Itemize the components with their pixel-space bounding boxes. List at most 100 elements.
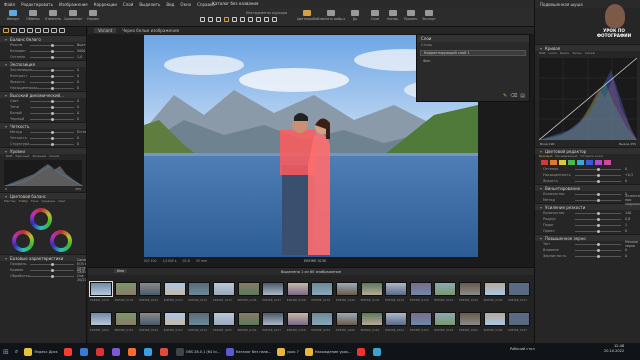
filmstrip-thumbnail[interactable] <box>311 312 334 326</box>
color-swatch[interactable] <box>550 160 557 165</box>
slider[interactable] <box>30 50 74 53</box>
before-button[interactable]: До <box>346 10 364 25</box>
filmstrip-thumbnail[interactable] <box>409 282 432 296</box>
filmstrip-thumbnail[interactable] <box>90 312 112 326</box>
control-value[interactable]: 0 <box>77 117 79 121</box>
taskbar-app[interactable]: Нахождение урок... <box>302 343 354 360</box>
control-value[interactable]: Эллиптическое при кадрировании <box>625 194 640 206</box>
control-value[interactable]: 5000 <box>77 49 85 53</box>
levels-tab[interactable]: Синий <box>49 154 59 159</box>
cursor-tool-icon[interactable] <box>200 17 205 22</box>
cursor-tool-icon[interactable] <box>208 17 213 22</box>
slider-knob[interactable] <box>51 44 54 47</box>
slider-knob[interactable] <box>597 243 600 246</box>
slider-knob[interactable] <box>597 168 600 171</box>
manage-button[interactable]: Управл <box>84 10 102 25</box>
variant-tab[interactable]: Variant <box>94 28 117 33</box>
proof-button[interactable]: Цветопроба <box>297 10 317 25</box>
color-swatch[interactable] <box>577 160 584 165</box>
color-swatch[interactable] <box>541 160 548 165</box>
filmstrip-thumbnail[interactable] <box>286 312 309 326</box>
slider-knob[interactable] <box>51 137 54 140</box>
undo-button[interactable]: Отменить <box>44 10 62 25</box>
slider-knob[interactable] <box>51 81 54 84</box>
slider-knob[interactable] <box>597 212 600 215</box>
control-value[interactable]: 0 <box>625 254 627 258</box>
filmstrip-thumbnail[interactable] <box>139 312 162 326</box>
control-row[interactable]: Оттенок 1,0 <box>0 54 86 60</box>
slider[interactable] <box>30 263 74 266</box>
slider-knob[interactable] <box>597 255 600 258</box>
brush-icon[interactable]: ✎ <box>503 93 507 99</box>
export-button[interactable]: Экспорт <box>420 10 438 25</box>
taskbar-app[interactable] <box>93 343 109 360</box>
filmstrip-thumbnail[interactable] <box>508 282 531 296</box>
taskbar-app[interactable] <box>370 343 386 360</box>
filmstrip-thumbnail[interactable] <box>262 312 285 326</box>
control-value[interactable]: 0 <box>625 229 627 233</box>
tool-tab-icon[interactable] <box>59 28 65 33</box>
control-value[interactable]: 0 <box>625 179 627 183</box>
filmstrip-thumbnail[interactable] <box>213 282 235 296</box>
slider[interactable] <box>575 249 621 252</box>
slider[interactable] <box>575 230 621 233</box>
layers-button[interactable]: Слои <box>366 10 384 25</box>
slider[interactable] <box>30 69 74 72</box>
slider[interactable] <box>30 81 74 84</box>
levels-low[interactable]: 0 <box>5 187 7 192</box>
control-value[interactable]: Выстав. <box>77 43 86 47</box>
control-value[interactable]: Capture One 20/21 <box>77 270 86 282</box>
curve-tab[interactable]: Синий <box>585 51 595 56</box>
taskbar-app[interactable]: Каталог без назв... <box>223 343 274 360</box>
slider-knob[interactable] <box>51 269 54 272</box>
filmstrip-thumbnail[interactable] <box>409 312 432 326</box>
slider-knob[interactable] <box>51 75 54 78</box>
levels-tab[interactable]: Зеленый <box>32 154 46 159</box>
taskbar-app[interactable] <box>157 343 173 360</box>
slider[interactable] <box>575 224 621 227</box>
slider[interactable] <box>30 275 74 278</box>
control-value[interactable]: 0 <box>77 80 79 84</box>
slider-knob[interactable] <box>51 106 54 109</box>
curve-tab[interactable]: RGB <box>539 51 545 56</box>
color-swatch[interactable] <box>595 160 602 165</box>
start-button[interactable]: ⊞ <box>0 343 12 360</box>
cursor-tool-icon[interactable] <box>232 17 237 22</box>
slider[interactable] <box>30 118 74 121</box>
slider-knob[interactable] <box>597 218 600 221</box>
control-value[interactable]: 140 <box>625 211 631 215</box>
section-clarity[interactable]: ▾ Четкость <box>0 122 86 129</box>
copy-button[interactable]: Копир. <box>384 10 402 25</box>
slider[interactable] <box>575 180 621 183</box>
slider[interactable] <box>30 112 74 115</box>
section-white-balance[interactable]: ▾ Баланс белого <box>0 35 86 42</box>
taskbar-app[interactable] <box>125 343 141 360</box>
control-row[interactable]: Метод Эллиптическое при кадрировании <box>535 194 640 206</box>
control-value[interactable]: 0 <box>77 142 79 146</box>
filmstrip-thumbnail[interactable] <box>213 312 235 326</box>
control-value[interactable]: 0 <box>625 248 627 252</box>
filmstrip-thumbnail[interactable] <box>336 282 358 296</box>
tool-tab-icon[interactable] <box>27 28 33 33</box>
import-button[interactable]: Импорт <box>4 10 22 25</box>
menu-item[interactable]: Коррекции <box>94 2 117 7</box>
color-editor-tab[interactable]: Базовый <box>539 154 552 159</box>
gradient-icon[interactable]: ▤ <box>520 93 525 99</box>
control-value[interactable]: 0 <box>77 99 79 103</box>
control-row[interactable]: Зернистость 0 <box>535 253 640 259</box>
filmstrip-thumbnail[interactable] <box>311 282 334 296</box>
color-swatch[interactable] <box>604 160 611 165</box>
slider-knob[interactable] <box>51 263 54 266</box>
filmstrip-thumbnail[interactable] <box>237 282 260 296</box>
control-value[interactable]: 0 <box>77 68 79 72</box>
filmstrip-thumbnail[interactable] <box>188 282 211 296</box>
slider-knob[interactable] <box>597 174 600 177</box>
color-swatch[interactable] <box>568 160 575 165</box>
cursor-tool-icon[interactable] <box>240 17 245 22</box>
slider[interactable] <box>30 269 74 272</box>
section-exposure[interactable]: ▾ Экспозиция <box>0 60 86 67</box>
slider[interactable] <box>575 255 621 258</box>
slider[interactable] <box>575 193 621 196</box>
color-swatch[interactable] <box>559 160 566 165</box>
levels-tab[interactable]: RGB <box>6 154 12 159</box>
